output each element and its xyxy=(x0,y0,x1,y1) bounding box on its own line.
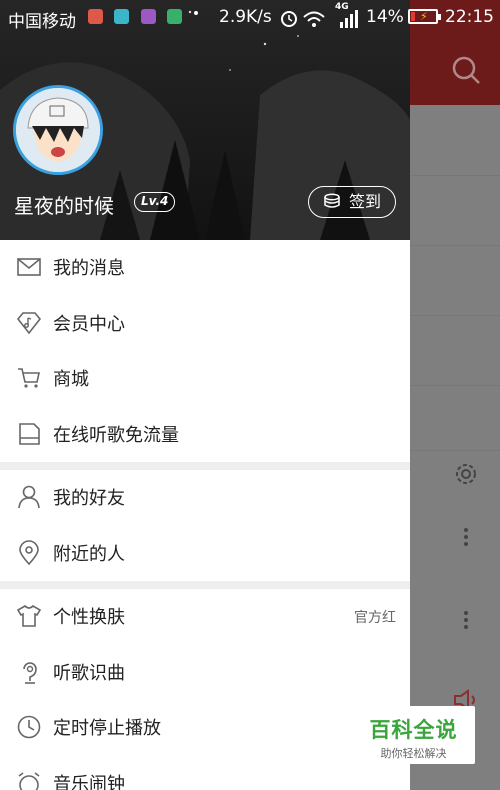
charging-icon: ⚡ xyxy=(420,10,428,23)
menu-item-store[interactable]: 商城 xyxy=(0,351,410,407)
menu-item-label: 音乐闹钟 xyxy=(53,773,125,790)
notification-icons xyxy=(88,9,198,29)
menu-item-vip-center[interactable]: 会员中心 xyxy=(0,296,410,352)
mail-icon xyxy=(17,258,41,276)
coins-icon xyxy=(324,193,340,208)
status-icons xyxy=(280,5,364,36)
tshirt-icon xyxy=(16,605,42,627)
more-icon[interactable] xyxy=(463,528,469,548)
clock-icon xyxy=(17,715,41,739)
background-row-divider xyxy=(410,245,500,246)
menu-item-label: 商城 xyxy=(53,369,89,390)
cart-icon xyxy=(18,368,40,388)
checkin-button[interactable]: 签到 xyxy=(308,186,396,218)
status-bar: 中国移动 2.9K/s 4G 14% ⚡ 22:15 xyxy=(0,0,500,36)
background-row-divider xyxy=(410,315,500,316)
drawer-header: 星夜的时候 Lv.4 签到 xyxy=(0,0,410,240)
menu-item-nearby[interactable]: 附近的人 xyxy=(0,526,410,582)
battery-percent: 14% xyxy=(366,7,404,27)
menu-item-song-recognition[interactable]: 听歌识曲 xyxy=(0,645,410,701)
section-divider xyxy=(0,462,410,470)
more-icon[interactable] xyxy=(463,611,469,631)
clock-time: 22:15 xyxy=(445,7,494,27)
carrier-name: 中国移动 xyxy=(8,12,76,32)
menu-item-label: 听歌识曲 xyxy=(53,662,125,684)
current-theme-value: 官方红 xyxy=(354,610,396,626)
menu-item-label: 个性换肤 xyxy=(53,607,125,628)
location-pin-icon xyxy=(19,539,39,565)
alarm-icon xyxy=(18,771,40,790)
diamond-music-icon xyxy=(16,311,42,334)
notification-app-icon xyxy=(140,9,156,24)
menu-item-sleep-timer[interactable]: 定时停止播放 xyxy=(0,700,410,756)
avatar-image xyxy=(16,88,100,172)
menu-item-label: 我的消息 xyxy=(53,258,125,279)
menu-item-label: 会员中心 xyxy=(53,313,125,335)
alarm-wifi-signal-icons xyxy=(281,10,358,28)
menu-item-theme[interactable]: 个性换肤 官方红 xyxy=(0,589,410,645)
navigation-drawer: 星夜的时候 Lv.4 签到 我的消息 会员中心 商城 在线听歌免流量 我的好友 … xyxy=(0,0,410,790)
notification-app-icon xyxy=(167,9,183,24)
gear-icon[interactable] xyxy=(454,462,478,486)
network-type: 4G xyxy=(335,2,349,12)
background-row-divider xyxy=(410,175,500,176)
person-icon xyxy=(18,485,40,509)
network-speed: 2.9K/s xyxy=(219,7,272,27)
menu-item-label: 在线听歌免流量 xyxy=(53,424,179,446)
menu-item-friends[interactable]: 我的好友 xyxy=(0,470,410,526)
section-divider xyxy=(0,581,410,589)
menu-item-label: 定时停止播放 xyxy=(53,718,161,739)
sim-card-icon xyxy=(19,422,40,445)
watermark-subtitle: 助你轻松解决 xyxy=(380,747,447,760)
menu-item-music-alarm[interactable]: 音乐闹钟 xyxy=(0,756,410,790)
mic-icon xyxy=(23,661,37,684)
watermark-title: 百科全说 xyxy=(369,718,458,742)
more-notifications-dot xyxy=(193,11,198,15)
menu-item-messages[interactable]: 我的消息 xyxy=(0,240,410,296)
battery-level-fill xyxy=(411,12,415,21)
watermark-logo: 百科全说 助你轻松解决 xyxy=(352,706,475,764)
background-row-divider xyxy=(410,450,500,451)
menu-item-label: 附近的人 xyxy=(53,543,125,565)
menu-item-free-data[interactable]: 在线听歌免流量 xyxy=(0,407,410,463)
notification-app-icon xyxy=(114,9,130,24)
background-row-divider xyxy=(410,385,500,386)
avatar[interactable] xyxy=(13,85,103,175)
notification-app-icon xyxy=(88,9,103,24)
checkin-label: 签到 xyxy=(349,192,382,211)
username[interactable]: 星夜的时候 xyxy=(14,190,114,219)
search-icon[interactable] xyxy=(450,54,482,86)
level-badge: Lv.4 xyxy=(134,192,176,212)
menu-item-label: 我的好友 xyxy=(53,488,125,509)
battery-icon: ⚡ xyxy=(408,9,441,24)
